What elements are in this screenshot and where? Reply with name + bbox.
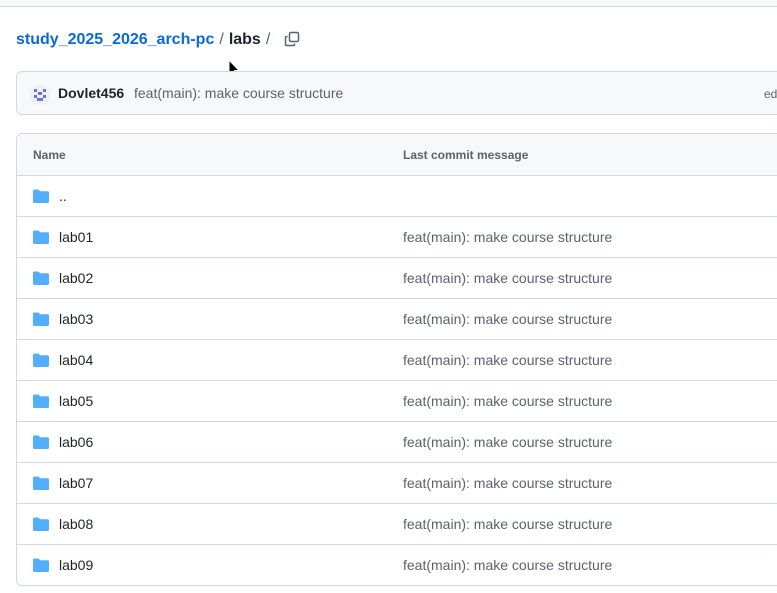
folder-icon — [33, 558, 49, 572]
file-name-link[interactable]: lab09 — [59, 557, 93, 573]
top-bar — [0, 0, 777, 7]
file-commit-message-link[interactable]: feat(main): make course structure — [403, 516, 612, 532]
folder-icon — [33, 353, 49, 367]
commit-message-link[interactable]: feat(main): make course structure — [134, 85, 343, 101]
breadcrumb-repo-link[interactable]: study_2025_2026_arch-pc — [16, 31, 214, 49]
table-row[interactable]: .. — [17, 176, 777, 217]
file-name-link[interactable]: .. — [59, 188, 67, 204]
breadcrumb-current-folder: labs — [228, 31, 261, 48]
file-commit-message-link[interactable]: feat(main): make course structure — [403, 311, 612, 327]
folder-icon — [33, 435, 49, 449]
file-commit-message-link[interactable]: feat(main): make course structure — [403, 557, 612, 573]
file-table: Name Last commit message .. lab01 feat(m… — [16, 133, 777, 586]
file-name-link[interactable]: lab08 — [59, 516, 93, 532]
folder-icon — [33, 271, 49, 285]
folder-icon — [33, 230, 49, 244]
file-name-link[interactable]: lab07 — [59, 475, 93, 491]
file-commit-message-link[interactable]: feat(main): make course structure — [403, 393, 612, 409]
breadcrumb-trailing-separator: / — [265, 31, 271, 48]
folder-icon — [33, 517, 49, 531]
commit-author-link[interactable]: Dovlet456 — [58, 85, 124, 101]
table-row[interactable]: lab08 feat(main): make course structure — [17, 504, 777, 545]
table-row[interactable]: lab06 feat(main): make course structure — [17, 422, 777, 463]
folder-icon — [33, 312, 49, 326]
column-header-last-commit: Last commit message — [403, 148, 529, 162]
latest-commit-box: Dovlet456 feat(main): make course struct… — [16, 71, 777, 115]
file-commit-message-link[interactable]: feat(main): make course structure — [403, 475, 612, 491]
table-row[interactable]: lab01 feat(main): make course structure — [17, 217, 777, 258]
table-row[interactable]: lab02 feat(main): make course structure — [17, 258, 777, 299]
file-commit-message-link[interactable]: feat(main): make course structure — [403, 434, 612, 450]
copy-icon — [284, 31, 300, 47]
table-row[interactable]: lab07 feat(main): make course structure — [17, 463, 777, 504]
file-commit-message-link[interactable]: feat(main): make course structure — [403, 229, 612, 245]
file-table-body: .. lab01 feat(main): make course structu… — [17, 176, 777, 585]
file-name-link[interactable]: lab02 — [59, 270, 93, 286]
table-row[interactable]: lab03 feat(main): make course structure — [17, 299, 777, 340]
folder-icon — [33, 476, 49, 490]
avatar-icon — [30, 85, 50, 105]
file-commit-message-link[interactable]: feat(main): make course structure — [403, 352, 612, 368]
file-name-link[interactable]: lab05 — [59, 393, 93, 409]
file-name-link[interactable]: lab06 — [59, 434, 93, 450]
folder-icon — [33, 394, 49, 408]
table-row[interactable]: lab09 feat(main): make course structure — [17, 545, 777, 585]
folder-icon — [33, 189, 49, 203]
file-name-link[interactable]: lab04 — [59, 352, 93, 368]
file-commit-message-link[interactable]: feat(main): make course structure — [403, 270, 612, 286]
commit-extra-text: ed — [764, 87, 777, 101]
column-header-name: Name — [33, 148, 66, 162]
file-name-link[interactable]: lab01 — [59, 229, 93, 245]
breadcrumb: study_2025_2026_arch-pc / labs / — [16, 29, 275, 51]
copy-path-button[interactable] — [281, 28, 303, 50]
file-name-link[interactable]: lab03 — [59, 311, 93, 327]
avatar[interactable] — [30, 85, 50, 105]
breadcrumb-separator: / — [219, 31, 224, 48]
file-table-header: Name Last commit message — [17, 134, 777, 176]
table-row[interactable]: lab04 feat(main): make course structure — [17, 340, 777, 381]
table-row[interactable]: lab05 feat(main): make course structure — [17, 381, 777, 422]
